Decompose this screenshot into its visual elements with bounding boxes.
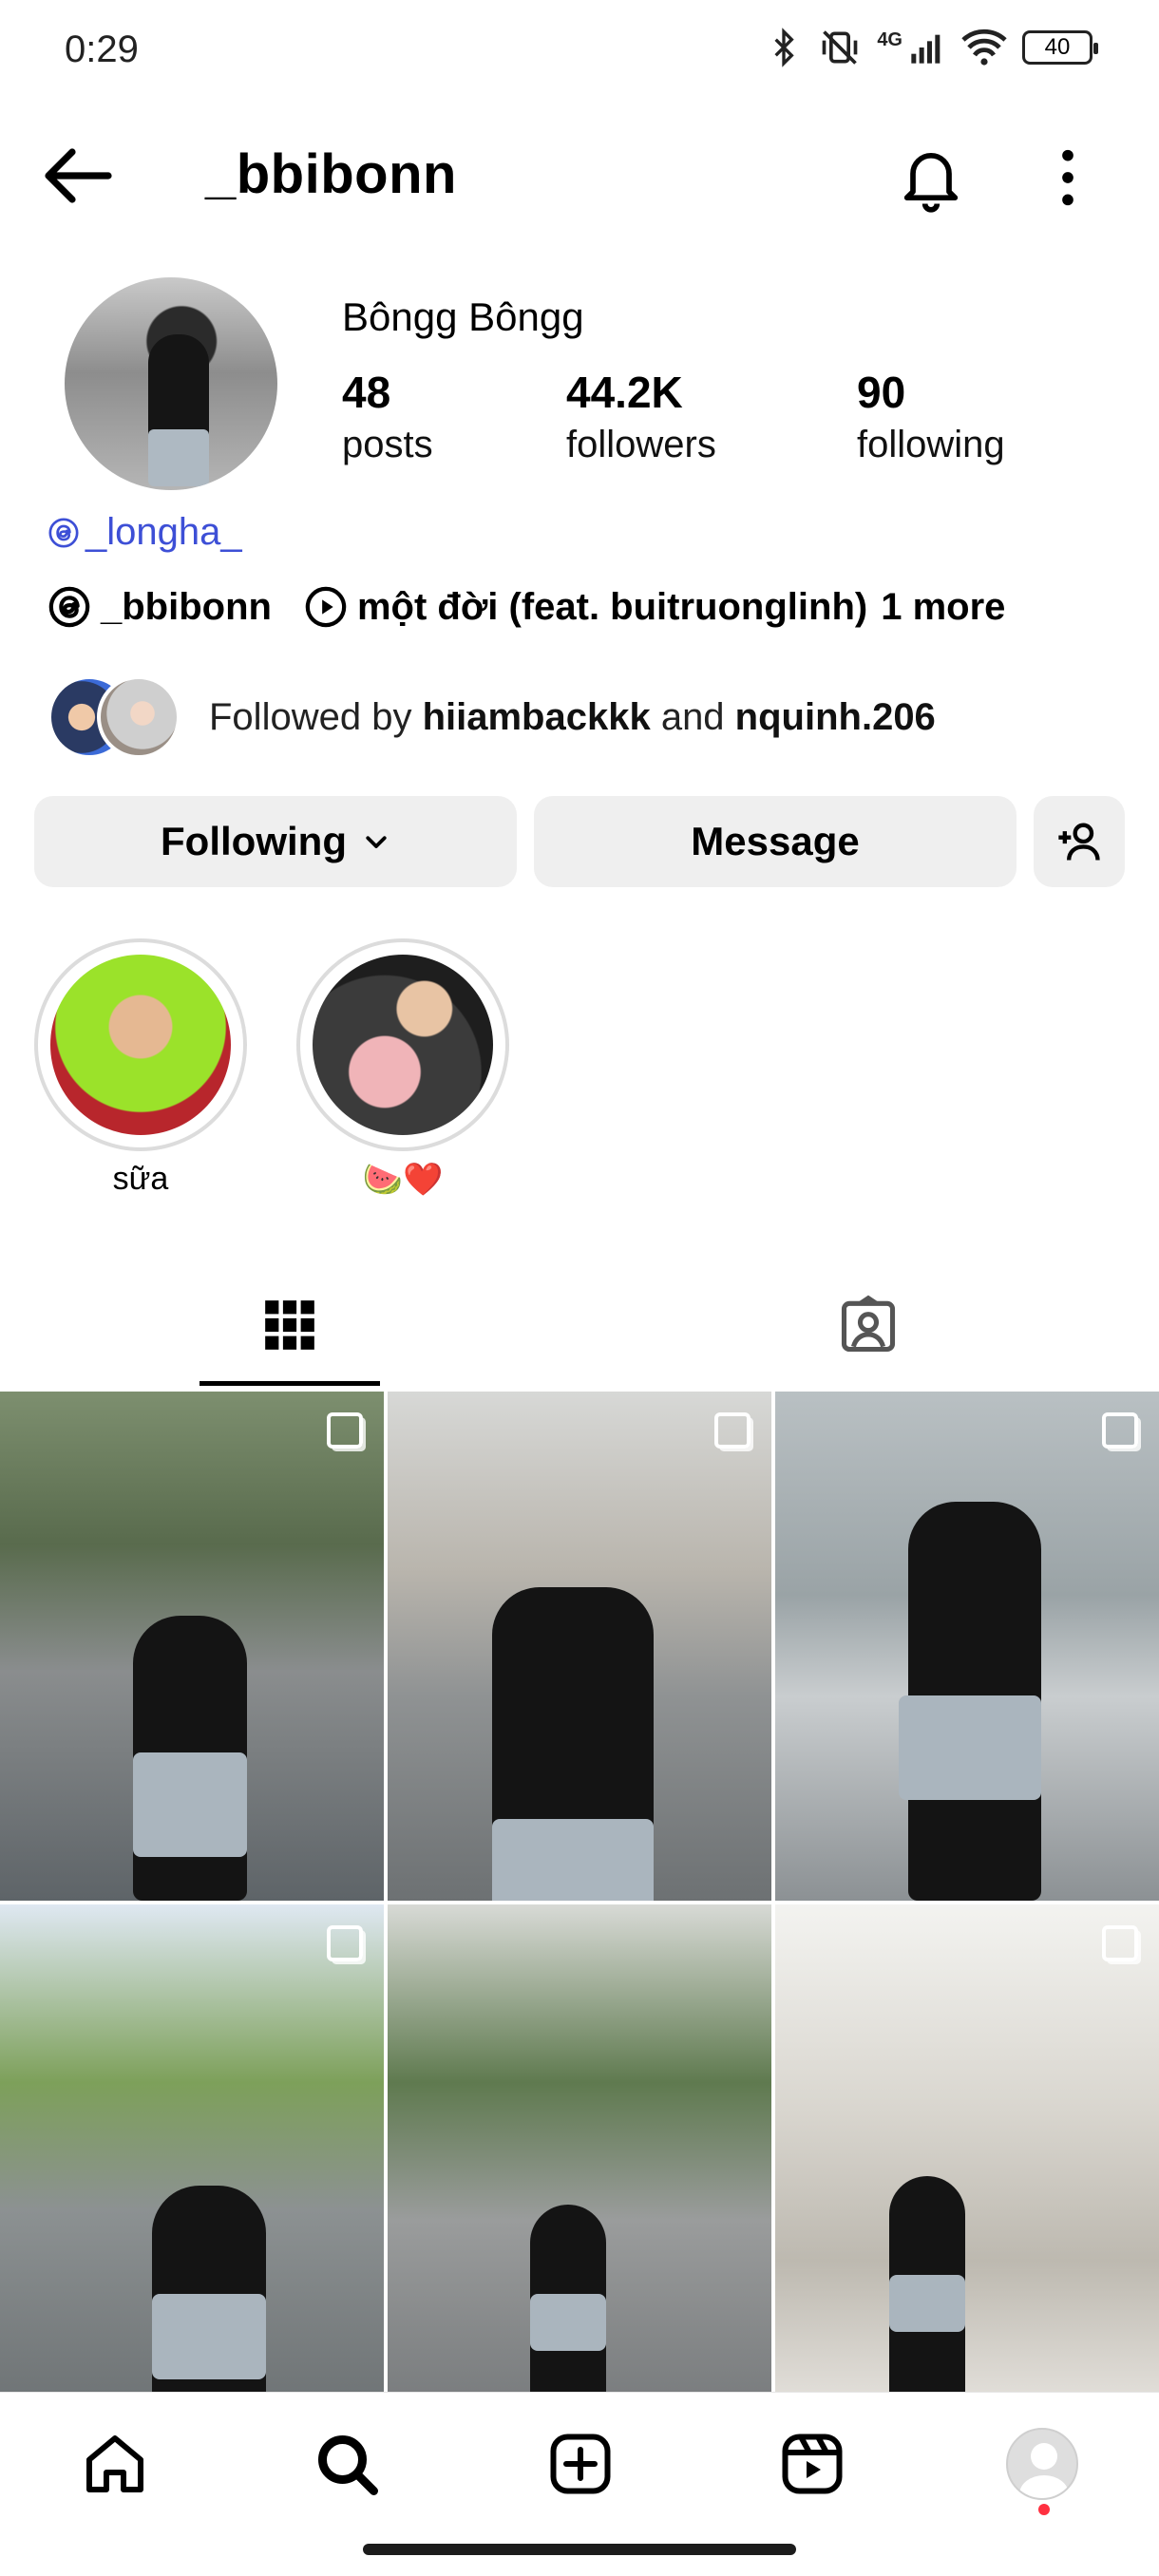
music-title: một đời (feat. buitruonglinh) [356, 585, 868, 628]
follower-avatar [97, 675, 180, 759]
post-thumbnail[interactable] [775, 1904, 1159, 2414]
battery-indicator: 40 [1022, 30, 1098, 65]
grid-icon [265, 1300, 314, 1350]
more-links[interactable]: 1 more [881, 586, 1005, 629]
following-label: following [857, 424, 1005, 465]
tab-tagged[interactable] [773, 1263, 963, 1387]
reels-icon [782, 2434, 843, 2494]
wifi-icon [961, 28, 1007, 66]
search-icon [318, 2435, 378, 2495]
profile-header: _bbibonn [0, 123, 1159, 228]
more-options-button[interactable] [1045, 144, 1091, 211]
nav-search[interactable] [304, 2421, 390, 2507]
threads-mention-link[interactable]: _longha_ [48, 511, 242, 554]
battery-level: 40 [1044, 34, 1071, 60]
threads-profile-chip[interactable]: _bbibonn [48, 585, 272, 629]
stat-following[interactable]: 90 following [857, 367, 1005, 466]
highlight-title: sữa [112, 1161, 169, 1197]
bell-icon [903, 153, 959, 213]
add-person-icon [1058, 823, 1100, 861]
chevron-down-icon [366, 836, 387, 848]
following-button-label: Following [161, 819, 347, 863]
post-thumbnail[interactable] [0, 1904, 384, 2414]
following-count: 90 [857, 368, 906, 417]
home-icon [86, 2435, 143, 2492]
mutual-follower-2[interactable]: nquinh.206 [735, 696, 936, 738]
home-indicator[interactable] [363, 2544, 796, 2555]
message-button-label: Message [691, 819, 860, 863]
profile-links-row: _bbibonn một đời (feat. buitruonglinh) 1… [48, 585, 1005, 629]
back-button[interactable] [40, 144, 116, 207]
nav-create[interactable] [538, 2421, 623, 2507]
post-thumbnail[interactable] [388, 1904, 771, 2414]
followers-label: followers [566, 424, 716, 465]
play-circle-icon [305, 586, 347, 628]
threads-icon [48, 586, 90, 628]
posts-label: posts [342, 424, 433, 465]
nav-home[interactable] [72, 2421, 158, 2507]
following-button[interactable]: Following [34, 796, 517, 887]
followed-by-row[interactable]: Followed by hiiambackkk and nquinh.206 [48, 674, 936, 760]
carousel-icon [1102, 1925, 1138, 1961]
profile-avatar-icon [1006, 2428, 1078, 2500]
music-chip[interactable]: một đời (feat. buitruonglinh) [304, 585, 867, 629]
status-time: 0:29 [65, 28, 139, 70]
create-icon [550, 2434, 611, 2494]
signal-icon [911, 34, 940, 64]
back-arrow-icon [45, 148, 112, 203]
post-thumbnail[interactable] [0, 1392, 384, 1901]
nav-reels[interactable] [770, 2421, 855, 2507]
mute-vibrate-icon [822, 30, 858, 65]
bottom-navigation [0, 2392, 1159, 2534]
stat-posts[interactable]: 48 posts [342, 367, 433, 466]
followed-by-text: Followed by hiiambackkk and nquinh.206 [209, 695, 936, 738]
message-button[interactable]: Message [534, 796, 1016, 887]
profile-avatar[interactable] [65, 277, 277, 490]
notification-dot [1038, 2504, 1050, 2515]
profile-username: _bbibonn [205, 143, 457, 205]
carousel-icon [714, 1412, 750, 1449]
profile-tabs [0, 1263, 1159, 1387]
status-bar: 0:29 4G 40 [0, 0, 1159, 104]
tagged-icon [841, 1295, 896, 1353]
suggested-people-button[interactable] [1034, 796, 1125, 887]
carousel-icon [327, 1412, 363, 1449]
bluetooth-icon [774, 28, 795, 67]
threads-handle: _bbibonn [101, 585, 272, 628]
followers-count: 44.2K [566, 368, 683, 417]
stat-followers[interactable]: 44.2K followers [566, 367, 716, 466]
threads-mention-text: _longha_ [86, 511, 242, 553]
active-tab-indicator [200, 1381, 380, 1386]
story-highlight[interactable]: 🍉❤️ [296, 938, 509, 1199]
status-icons: 4G 40 [765, 27, 1098, 68]
notifications-button[interactable] [895, 141, 967, 213]
highlight-title: 🍉❤️ [362, 1162, 444, 1198]
carousel-icon [327, 1925, 363, 1961]
post-thumbnail[interactable] [775, 1392, 1159, 1901]
nav-profile[interactable] [999, 2421, 1085, 2507]
carousel-icon [1102, 1412, 1138, 1449]
highlight-cover [50, 955, 231, 1135]
highlight-cover [313, 955, 493, 1135]
story-highlight[interactable]: sữa [34, 938, 247, 1198]
mutual-follower-1[interactable]: hiiambackkk [423, 696, 651, 738]
more-vert-icon [1062, 149, 1074, 206]
posts-count: 48 [342, 368, 391, 417]
network-type: 4G [877, 28, 902, 50]
display-name: Bôngg Bôngg [342, 294, 584, 339]
tab-posts-grid[interactable] [195, 1263, 385, 1387]
threads-icon [48, 517, 79, 548]
post-thumbnail[interactable] [388, 1392, 771, 1901]
